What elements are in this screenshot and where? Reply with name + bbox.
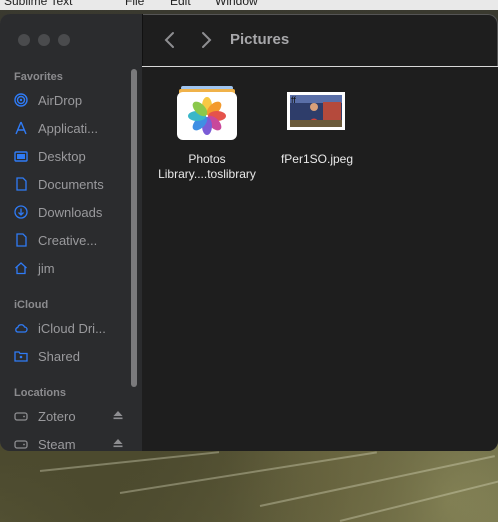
file-name-line2: Library....toslibrary [158,167,256,181]
finder-window: Favorites AirDrop Applicati... Desktop D… [0,14,498,451]
favorites-section-title: Favorites [14,71,63,83]
airdrop-icon [14,93,28,107]
sidebar-item-label: AirDrop [38,92,83,108]
desktop-icon [14,149,28,163]
menu-edit[interactable]: Edit [170,0,191,8]
sidebar-item-label: Downloads [38,204,103,220]
sidebar-item-label: Steam [38,436,76,452]
file-name: Photos Library....toslibrary [152,152,262,182]
back-button[interactable] [160,30,180,50]
drive-icon [14,409,28,423]
icloud-section-title: iCloud [14,299,49,311]
window-title: Pictures [230,31,290,48]
sidebar-item-label: Creative... [38,232,98,248]
sidebar-item-label: Documents [38,176,104,192]
shared-folder-icon [14,349,28,363]
vine-row [39,451,220,472]
cloud-icon [14,321,28,335]
jpeg-thumbnail: ff [287,92,345,130]
sidebar-item-label: Desktop [38,148,86,164]
forward-button[interactable] [196,30,216,50]
sidebar-item-documents[interactable]: Documents [14,172,132,196]
chevron-left-icon [164,32,174,48]
sidebar-item-label: Applicati... [38,120,98,136]
download-icon [14,205,28,219]
sidebar-item-shared[interactable]: Shared [14,344,132,368]
close-button[interactable] [18,34,30,46]
file-name-line1: fPer1SO.jpeg [280,152,354,166]
vine-row [259,455,495,507]
menu-window[interactable]: Window [215,0,258,8]
applications-icon [14,121,28,135]
sidebar-item-zotero[interactable]: Zotero [14,404,132,428]
toolbar: Pictures [142,14,498,67]
sidebar-item-label: jim [38,260,55,276]
document-icon [14,233,28,247]
chevron-right-icon [202,32,212,48]
locations-section-title: Locations [14,387,66,399]
eject-icon[interactable] [112,437,124,451]
menu-file[interactable]: File [125,0,144,8]
file-browser-content: Photos Library....toslibrary ff fPer1SO.… [142,67,498,451]
sidebar-item-applications[interactable]: Applicati... [14,116,132,140]
sidebar-item-airdrop[interactable]: AirDrop [14,88,132,112]
eject-icon[interactable] [112,409,124,424]
thumbnail-glyph: ff [291,95,296,105]
home-icon [14,261,28,275]
sidebar-item-steam[interactable]: Steam [14,432,132,451]
sidebar-item-label: iCloud Dri... [38,320,106,336]
sidebar-scrollbar[interactable] [131,69,137,387]
sidebar-item-creative[interactable]: Creative... [14,228,132,252]
sidebar-item-jim[interactable]: jim [14,256,132,280]
document-icon [14,177,28,191]
file-name-line1: Photos [188,152,226,166]
zoom-button[interactable] [58,34,70,46]
sidebar-item-desktop[interactable]: Desktop [14,144,132,168]
minimize-button[interactable] [38,34,50,46]
menu-app-name[interactable]: Sublime Text [4,0,72,8]
file-name: fPer1SO.jpeg [262,152,372,167]
photos-library-icon [177,84,237,140]
sidebar: Favorites AirDrop Applicati... Desktop D… [0,14,143,451]
sidebar-item-label: Shared [38,348,80,364]
sidebar-item-label: Zotero [38,408,76,424]
sidebar-item-icloud-drive[interactable]: iCloud Dri... [14,316,132,340]
menu-bar: Sublime Text File Edit Window [0,0,498,10]
sidebar-item-downloads[interactable]: Downloads [14,200,132,224]
drive-icon [14,437,28,451]
